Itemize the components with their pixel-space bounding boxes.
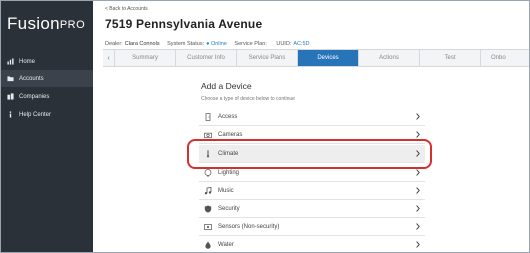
dealer-value: Clara Connols <box>124 41 160 47</box>
bar-chart-icon <box>7 58 14 65</box>
tab-devices[interactable]: Devices <box>298 50 359 66</box>
device-type-music[interactable]: Music <box>199 182 425 200</box>
chevron-right-icon <box>413 182 423 199</box>
folder-icon <box>7 75 14 82</box>
tab-onboarding[interactable]: Onbo <box>481 50 525 66</box>
chevron-right-icon <box>413 200 423 217</box>
logo-main: Fusion <box>7 14 60 33</box>
app-window: FusionPRO Home Accounts Companies Help C <box>0 0 530 253</box>
tab-customer-info[interactable]: Customer Info <box>176 50 237 66</box>
tab-service-plans[interactable]: Service Plans <box>237 50 298 66</box>
sidebar-item-help-center[interactable]: Help Center <box>1 106 93 123</box>
device-type-label: Music <box>218 187 234 194</box>
device-type-label: Water <box>218 241 234 248</box>
sidebar-item-label: Accounts <box>19 75 44 82</box>
chevron-right-icon <box>413 218 423 235</box>
tab-actions[interactable]: Actions <box>359 50 420 66</box>
thermometer-icon <box>204 149 212 158</box>
device-type-security[interactable]: Security <box>199 200 425 218</box>
device-type-water[interactable]: Water <box>199 236 425 252</box>
shield-icon <box>204 205 212 213</box>
water-drop-icon <box>204 241 212 249</box>
chevron-right-icon <box>413 126 423 143</box>
lighting-icon <box>204 168 212 177</box>
dealer-label: Dealer: <box>105 41 123 47</box>
chevron-right-icon <box>413 164 423 181</box>
device-type-label: Climate <box>218 150 239 157</box>
tab-summary[interactable]: Summary <box>115 50 176 66</box>
tab-test[interactable]: Test <box>420 50 481 66</box>
back-to-accounts-link[interactable]: < Back to Accounts <box>105 6 148 12</box>
app-logo: FusionPRO <box>7 14 85 34</box>
chevron-right-icon <box>413 236 423 252</box>
music-icon <box>204 186 212 195</box>
sidebar: FusionPRO Home Accounts Companies Help C <box>1 1 93 252</box>
uuid-link[interactable]: AC:5D <box>293 41 309 47</box>
device-type-lighting[interactable]: Lighting <box>199 164 425 182</box>
device-type-cameras[interactable]: Cameras <box>199 126 425 144</box>
companies-icon <box>7 93 14 100</box>
sensor-icon <box>204 223 212 231</box>
device-type-climate[interactable]: Climate <box>199 145 425 163</box>
main-content: < Back to Accounts 7519 Pennsylvania Ave… <box>93 1 529 252</box>
logo-suffix: PRO <box>59 19 86 31</box>
sidebar-item-label: Home <box>19 58 36 65</box>
chevron-right-icon <box>413 145 423 162</box>
tab-bar: ‹ Summary Customer Info Service Plans De… <box>103 49 529 67</box>
info-icon <box>7 111 14 118</box>
status-label: System Status: <box>167 41 205 47</box>
section-title: Add a Device <box>201 81 252 91</box>
tabs-prev-arrow[interactable]: ‹ <box>103 50 115 66</box>
plan-label: Service Plan: <box>234 41 267 47</box>
status-badge: ● Online <box>206 41 227 47</box>
access-icon <box>204 112 212 121</box>
device-type-label: Sensors (Non-security) <box>218 223 280 230</box>
sidebar-item-home[interactable]: Home <box>1 53 93 70</box>
device-type-label: Cameras <box>218 131 243 138</box>
sidebar-item-label: Help Center <box>19 111 52 118</box>
chevron-right-icon <box>413 108 423 125</box>
device-type-label: Access <box>218 113 238 120</box>
device-type-sensors[interactable]: Sensors (Non-security) <box>199 218 425 236</box>
sidebar-item-label: Companies <box>19 93 50 100</box>
device-type-access[interactable]: Access <box>199 108 425 126</box>
sidebar-item-accounts[interactable]: Accounts <box>1 70 93 87</box>
page-title: 7519 Pennsylvania Avenue <box>105 17 263 31</box>
sidebar-item-companies[interactable]: Companies <box>1 88 93 105</box>
account-meta: Dealer: Clara Connols System Status: ● Onl… <box>105 41 310 47</box>
camera-icon <box>204 131 212 139</box>
device-type-label: Security <box>218 205 240 212</box>
uuid-label: UUID: <box>276 41 292 47</box>
section-subtitle: Choose a type of device below to continu… <box>201 96 295 102</box>
device-type-label: Lighting <box>218 169 240 176</box>
